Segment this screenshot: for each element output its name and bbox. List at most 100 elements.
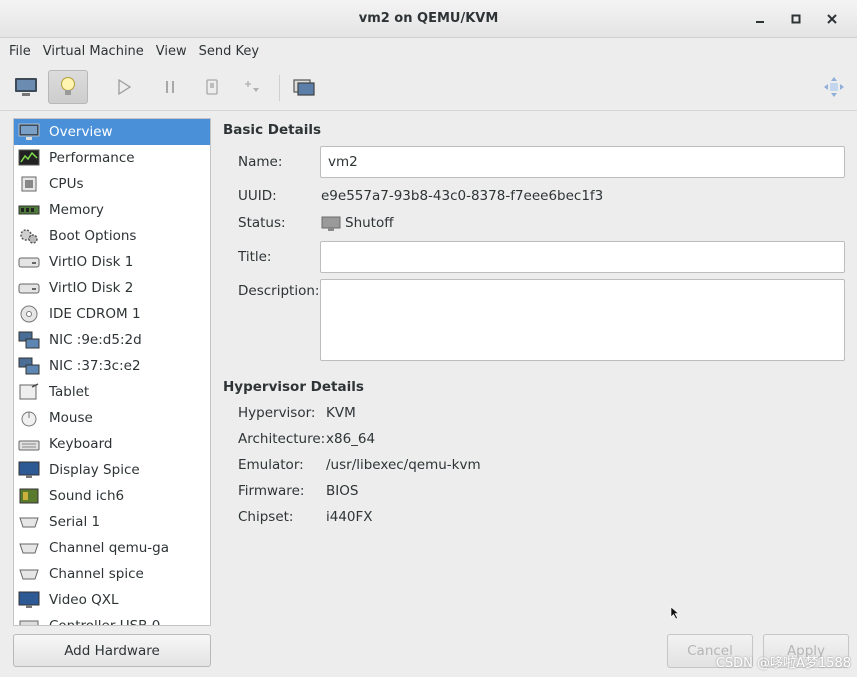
- pause-icon: [166, 81, 174, 93]
- status-label: Status:: [238, 215, 286, 231]
- sidebar-item-video-qxl[interactable]: Video QXL: [14, 587, 210, 613]
- network-icon: [18, 331, 40, 349]
- snapshots-icon: [293, 79, 315, 96]
- fullscreen-button[interactable]: [814, 70, 854, 104]
- fullscreen-move-icon: [824, 77, 844, 97]
- menu-send-key[interactable]: Send Key: [194, 44, 264, 59]
- run-button[interactable]: [104, 70, 144, 104]
- chipset-label: Chipset:: [238, 509, 294, 525]
- pause-button[interactable]: [150, 70, 190, 104]
- sidebar-item-ide-cdrom-1[interactable]: IDE CDROM 1: [14, 301, 210, 327]
- menu-view[interactable]: View: [151, 44, 192, 59]
- memory-icon: [18, 201, 40, 219]
- hypervisor-value: KVM: [326, 405, 356, 421]
- description-label: Description:: [238, 283, 320, 299]
- sidebar-item-label: Keyboard: [49, 436, 113, 452]
- channel-icon: [18, 539, 40, 557]
- basic-details-heading: Basic Details: [223, 122, 321, 138]
- sidebar-item-nic-9e-d5-2d[interactable]: NIC :9e:d5:2d: [14, 327, 210, 353]
- mouse-pointer-icon: [670, 606, 680, 624]
- sidebar-item-label: VirtIO Disk 2: [49, 280, 134, 296]
- sidebar-item-label: Memory: [49, 202, 104, 218]
- sidebar-item-label: VirtIO Disk 1: [49, 254, 134, 270]
- shutdown-menu-button[interactable]: [232, 70, 272, 104]
- sidebar-item-nic-37-3c-e2[interactable]: NIC :37:3c:e2: [14, 353, 210, 379]
- serial-icon: [18, 513, 40, 531]
- keyboard-icon: [18, 435, 40, 453]
- watermark-text: CSDN @哆啦A梦1588: [715, 656, 851, 671]
- sidebar-item-serial-1[interactable]: Serial 1: [14, 509, 210, 535]
- sidebar-item-display-spice[interactable]: Display Spice: [14, 457, 210, 483]
- sidebar-item-cpus[interactable]: CPUs: [14, 171, 210, 197]
- uuid-label: UUID:: [238, 188, 277, 204]
- details-button[interactable]: [48, 70, 88, 104]
- sidebar-item-label: Serial 1: [49, 514, 101, 530]
- lightbulb-details-icon: [61, 77, 75, 95]
- sidebar-item-keyboard[interactable]: Keyboard: [14, 431, 210, 457]
- add-hardware-button[interactable]: Add Hardware: [13, 634, 211, 667]
- sidebar-item-virtio-disk-1[interactable]: VirtIO Disk 1: [14, 249, 210, 275]
- name-input[interactable]: [320, 146, 845, 178]
- description-textarea[interactable]: [320, 279, 845, 361]
- sidebar-item-label: Tablet: [49, 384, 90, 400]
- sidebar-item-label: Sound ich6: [49, 488, 125, 504]
- architecture-value: x86_64: [326, 431, 376, 447]
- sidebar-item-label: Display Spice: [49, 462, 140, 478]
- window-title: vm2 on QEMU/KVM: [358, 11, 499, 26]
- sidebar-item-channel-qemu-ga[interactable]: Channel qemu-ga: [14, 535, 210, 561]
- mouse-icon: [18, 409, 40, 427]
- architecture-label: Architecture:: [238, 431, 326, 447]
- firmware-value: BIOS: [326, 483, 359, 499]
- sidebar-item-performance[interactable]: Performance: [14, 145, 210, 171]
- sidebar-item-label: Channel qemu-ga: [49, 540, 170, 556]
- shutoff-status-icon: [321, 216, 341, 236]
- sidebar-item-overview[interactable]: Overview: [14, 119, 210, 145]
- close-button[interactable]: [821, 9, 843, 29]
- hypervisor-label: Hypervisor:: [238, 405, 316, 421]
- sidebar-item-boot-options[interactable]: Boot Options: [14, 223, 210, 249]
- minimize-icon: [756, 21, 764, 23]
- sidebar-item-tablet[interactable]: Tablet: [14, 379, 210, 405]
- hypervisor-details-heading: Hypervisor Details: [223, 379, 364, 395]
- sidebar-item-mouse[interactable]: Mouse: [14, 405, 210, 431]
- snapshots-button[interactable]: [284, 70, 324, 104]
- menu-bar: File Virtual Machine View Send Key: [0, 38, 857, 65]
- sidebar-item-label: Boot Options: [49, 228, 137, 244]
- title-label: Title:: [238, 249, 272, 265]
- sidebar-item-label: Video QXL: [49, 592, 119, 608]
- sidebar-item-label: IDE CDROM 1: [49, 306, 141, 322]
- menu-virtual-machine[interactable]: Virtual Machine: [38, 44, 149, 59]
- maximize-button[interactable]: [785, 9, 807, 29]
- sound-icon: [18, 487, 40, 505]
- sidebar-item-label: Performance: [49, 150, 135, 166]
- video-icon: [18, 591, 40, 609]
- maximize-icon: [791, 14, 801, 24]
- sidebar-item-label: Controller USB 0: [49, 618, 161, 626]
- sidebar-item-label: CPUs: [49, 176, 84, 192]
- sidebar-item-label: Channel spice: [49, 566, 144, 582]
- tablet-icon: [18, 383, 40, 401]
- console-button[interactable]: [6, 70, 46, 104]
- emulator-value: /usr/libexec/qemu-kvm: [326, 457, 481, 473]
- display-icon: [18, 461, 40, 479]
- uuid-value: e9e557a7-93b8-43c0-8378-f7eee6bec1f3: [321, 188, 604, 204]
- performance-graph-icon: [18, 149, 40, 167]
- overview-monitor-icon: [18, 123, 40, 141]
- status-value: Shutoff: [345, 215, 394, 231]
- disk-icon: [18, 279, 40, 297]
- title-input[interactable]: [320, 241, 845, 273]
- controller-icon: [18, 617, 40, 625]
- sidebar-item-channel-spice[interactable]: Channel spice: [14, 561, 210, 587]
- sidebar-item-controller-usb-0[interactable]: Controller USB 0: [14, 613, 210, 626]
- disk-icon: [18, 253, 40, 271]
- boot-gears-icon: [18, 227, 40, 245]
- menu-file[interactable]: File: [4, 44, 36, 59]
- minimize-button[interactable]: [749, 9, 771, 29]
- title-bar: vm2 on QEMU/KVM: [0, 0, 857, 38]
- shutdown-button[interactable]: [192, 70, 232, 104]
- sidebar-item-memory[interactable]: Memory: [14, 197, 210, 223]
- cpu-icon: [18, 175, 40, 193]
- sidebar-item-sound-ich6[interactable]: Sound ich6: [14, 483, 210, 509]
- shutdown-dropdown-icon: [245, 81, 259, 92]
- sidebar-item-virtio-disk-2[interactable]: VirtIO Disk 2: [14, 275, 210, 301]
